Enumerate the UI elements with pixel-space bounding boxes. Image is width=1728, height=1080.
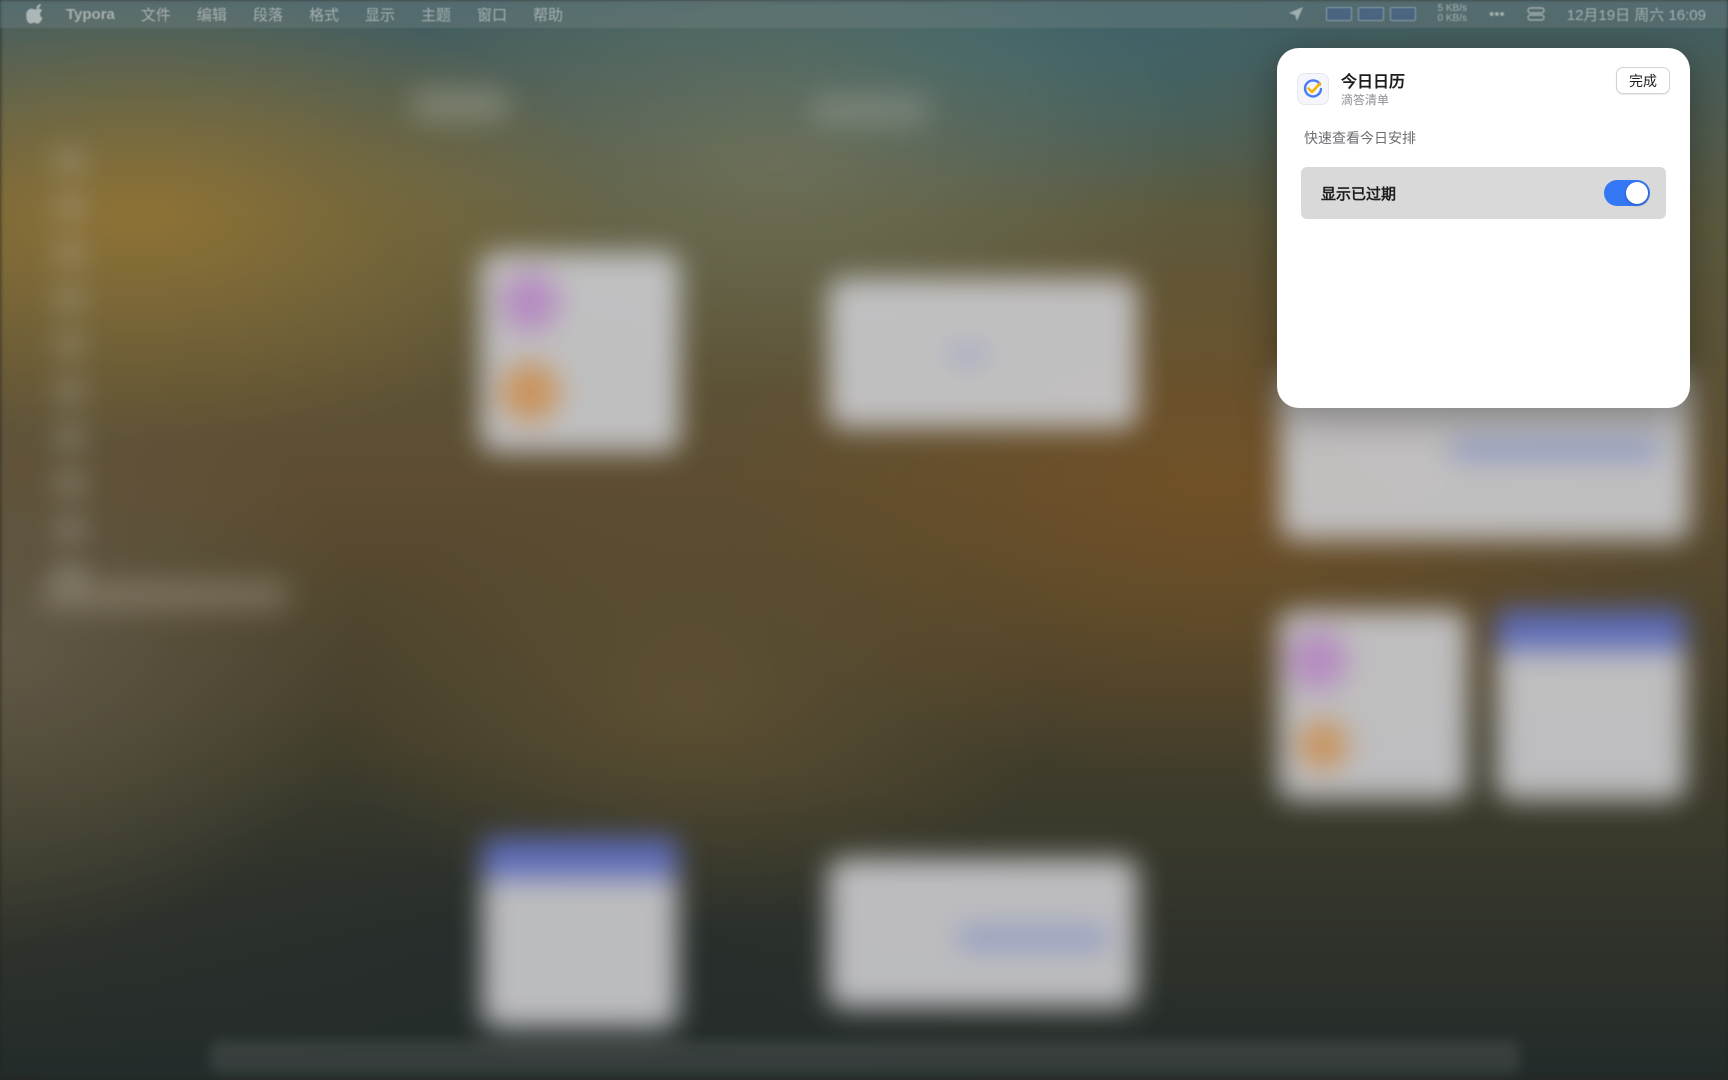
system-monitor-meters[interactable] xyxy=(1325,7,1416,21)
network-speed[interactable]: 5 KB/s 0 KB/s xyxy=(1438,4,1467,24)
menu-format[interactable]: 格式 xyxy=(309,4,339,25)
show-overdue-label: 显示已过期 xyxy=(1321,185,1397,203)
checkmark-circle-icon xyxy=(1303,79,1323,98)
toggle-knob xyxy=(1626,182,1648,204)
location-arrow-icon[interactable] xyxy=(1288,6,1304,22)
menu-clock[interactable]: 12月19日 周六 16:09 xyxy=(1567,4,1706,25)
more-icon[interactable]: ••• xyxy=(1489,6,1505,23)
menu-bar: Typora 文件 编辑 段落 格式 显示 主题 窗口 帮助 5 KB/s 0 … xyxy=(0,0,1728,28)
apple-logo-icon[interactable] xyxy=(26,4,46,24)
menu-app-name[interactable]: Typora xyxy=(66,6,115,23)
widget-description: 快速查看今日安排 xyxy=(1304,130,1416,146)
show-overdue-toggle[interactable] xyxy=(1604,180,1650,206)
menu-paragraph[interactable]: 段落 xyxy=(253,4,283,25)
menu-view[interactable]: 显示 xyxy=(365,4,395,25)
menu-window[interactable]: 窗口 xyxy=(477,4,507,25)
disk-meter xyxy=(1389,7,1416,21)
app-icon xyxy=(1297,73,1329,105)
network-download: 0 KB/s xyxy=(1437,13,1467,24)
memory-meter xyxy=(1357,7,1384,21)
widget-app-name: 滴答清单 xyxy=(1341,93,1390,107)
blurred-dock xyxy=(210,1040,1520,1074)
menu-theme[interactable]: 主题 xyxy=(421,4,451,25)
widget-edit-panel: 今日日历 滴答清单 完成 快速查看今日安排 显示已过期 xyxy=(1277,48,1690,408)
option-row-show-overdue[interactable]: 显示已过期 xyxy=(1301,167,1666,219)
cpu-meter xyxy=(1325,7,1352,21)
control-center-icon[interactable] xyxy=(1527,6,1545,22)
done-button[interactable]: 完成 xyxy=(1616,67,1670,94)
menu-help[interactable]: 帮助 xyxy=(533,4,563,25)
widget-title: 今日日历 xyxy=(1341,74,1406,91)
menu-edit[interactable]: 编辑 xyxy=(197,4,227,25)
menu-file[interactable]: 文件 xyxy=(141,4,171,25)
